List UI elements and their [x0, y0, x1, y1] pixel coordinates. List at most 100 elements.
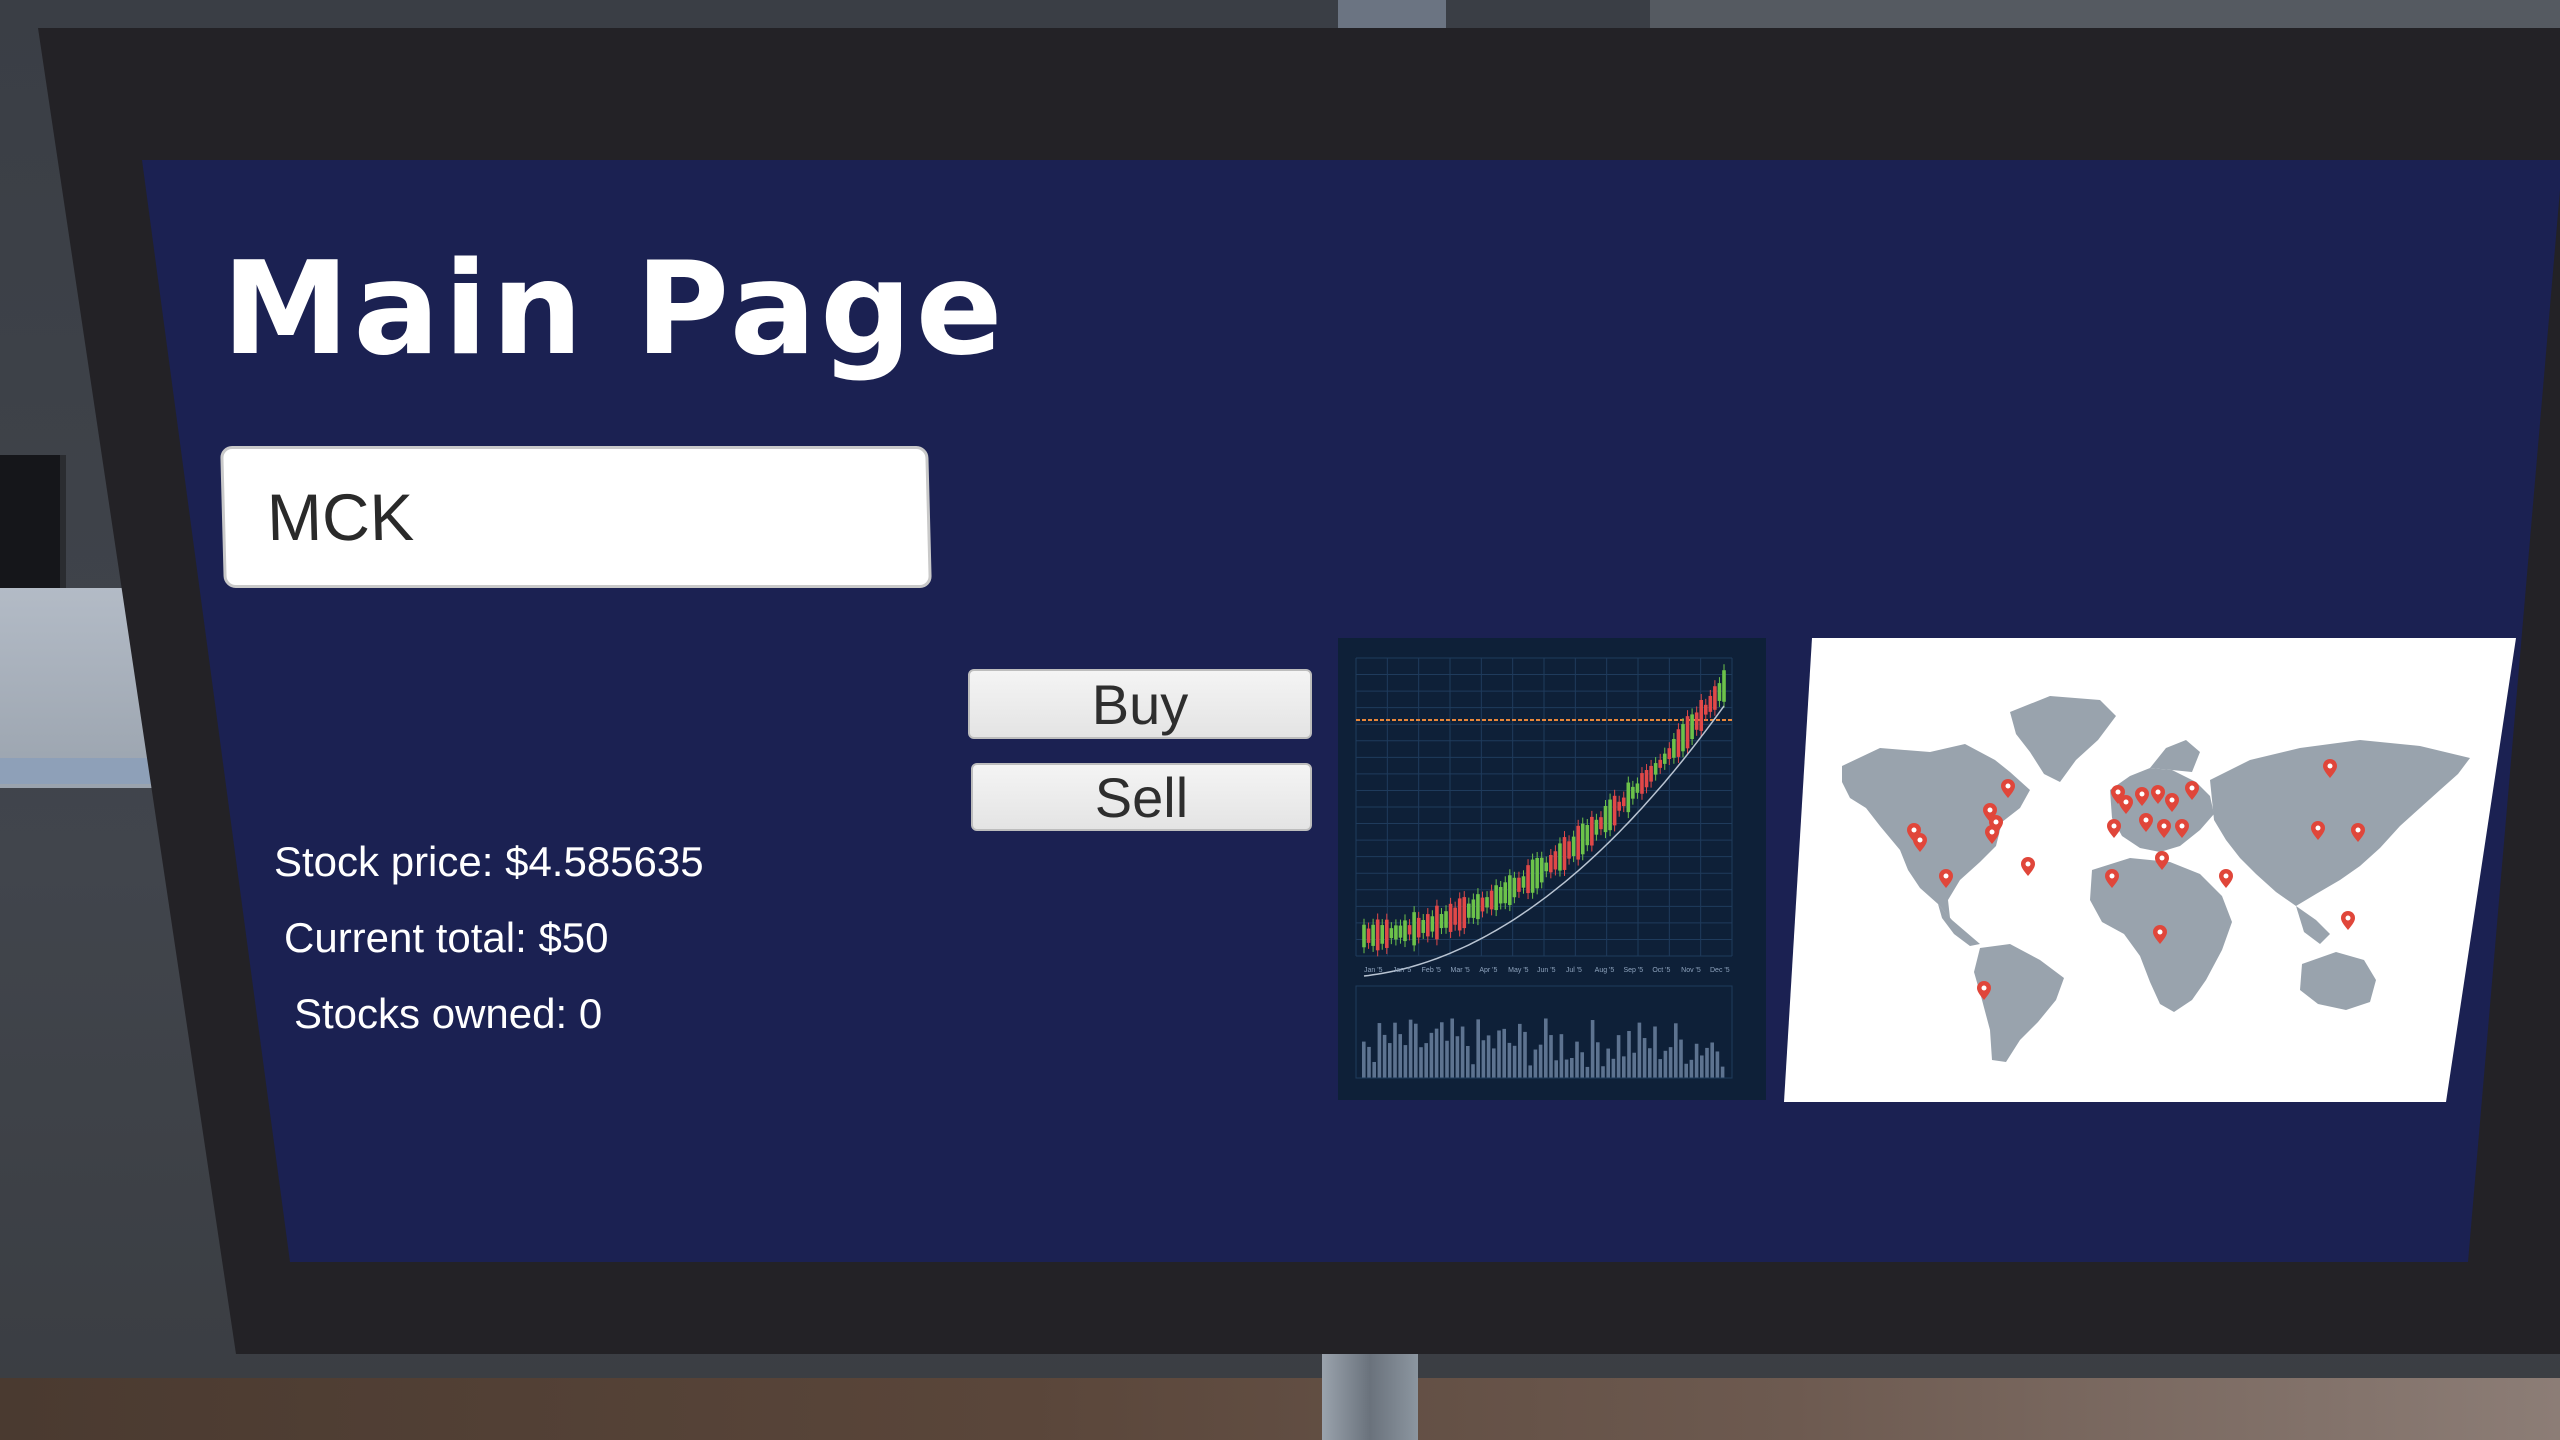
candle	[1366, 928, 1371, 943]
volume-bar	[1486, 1035, 1491, 1078]
volume-bar	[1492, 1048, 1496, 1078]
x-tick-label: Jan '5	[1393, 967, 1412, 974]
candle	[1653, 763, 1658, 775]
volume-bar	[1403, 1045, 1408, 1078]
volume-bar	[1668, 1047, 1673, 1078]
candle	[1662, 753, 1667, 764]
candle	[1699, 700, 1704, 731]
candle	[1535, 857, 1539, 889]
candle	[1640, 773, 1644, 794]
candle	[1544, 862, 1549, 872]
ticker-input-value: MCK	[266, 480, 415, 554]
candle	[1567, 841, 1571, 859]
volume-bar	[1720, 1066, 1725, 1078]
candle	[1608, 799, 1612, 831]
volume-bar	[1398, 1034, 1402, 1078]
volume-bar	[1575, 1041, 1579, 1078]
x-tick-label: Jun '5	[1537, 967, 1556, 974]
candle	[1462, 897, 1467, 929]
candle	[1384, 919, 1389, 948]
volume-bar	[1481, 1040, 1486, 1078]
candle	[1407, 925, 1412, 935]
game-scene: Main Page MCK Buy Sell Stock price: $4.5…	[0, 0, 2560, 1440]
candle	[1681, 724, 1685, 752]
x-tick-label: Feb '5	[1422, 967, 1441, 974]
candle	[1708, 695, 1713, 712]
x-tick-label: Jul '5	[1566, 967, 1582, 974]
candle	[1672, 738, 1676, 758]
x-tick-label: Jan '5	[1364, 967, 1383, 974]
x-tick-label: Aug '5	[1595, 967, 1615, 974]
x-tick-label: Mar '5	[1451, 967, 1470, 974]
candle	[1612, 795, 1617, 826]
volume-bar	[1445, 1040, 1449, 1078]
candle	[1457, 898, 1462, 931]
volume-bar	[1388, 1043, 1392, 1078]
candle	[1694, 712, 1699, 730]
buy-button-label: Buy	[1091, 672, 1189, 736]
volume-bar	[1585, 1066, 1590, 1078]
candle	[1448, 903, 1453, 932]
volume-bar	[1642, 1038, 1647, 1078]
volume-bar	[1450, 1018, 1454, 1078]
ticker-input[interactable]: MCK	[220, 446, 932, 588]
candle	[1403, 920, 1407, 942]
volume-bar	[1440, 1022, 1444, 1078]
volume-bar	[1674, 1023, 1678, 1078]
candle	[1467, 903, 1471, 918]
volume-bar	[1502, 1028, 1506, 1078]
volume-bar	[1653, 1026, 1657, 1078]
candle	[1508, 875, 1512, 906]
candle	[1580, 823, 1585, 855]
volume-bar	[1429, 1032, 1434, 1078]
candle	[1512, 877, 1517, 898]
candle	[1539, 857, 1544, 883]
candle	[1389, 928, 1394, 939]
candle	[1594, 819, 1599, 835]
volume-bar	[1616, 1035, 1621, 1078]
x-tick-label: Nov '5	[1681, 967, 1701, 974]
candle	[1526, 865, 1530, 894]
candle	[1498, 887, 1503, 904]
candle	[1380, 925, 1385, 944]
volume-bar	[1362, 1041, 1366, 1078]
volume-bar	[1564, 1059, 1569, 1078]
candle	[1676, 729, 1681, 757]
volume-bar	[1622, 1056, 1626, 1078]
volume-bar	[1408, 1019, 1413, 1078]
candle	[1371, 924, 1375, 946]
volume-bar	[1424, 1043, 1428, 1078]
volume-bar	[1590, 1020, 1595, 1078]
volume-bar	[1523, 1031, 1527, 1078]
candle	[1590, 816, 1594, 846]
volume-bar	[1637, 1022, 1642, 1078]
volume-bar	[1466, 1045, 1470, 1078]
candle	[1649, 765, 1653, 782]
x-tick-label: Apr '5	[1479, 967, 1497, 974]
volume-bar	[1570, 1057, 1574, 1078]
candle	[1398, 925, 1403, 938]
candle	[1585, 825, 1590, 846]
volume-bar	[1601, 1066, 1605, 1078]
volume-bar	[1518, 1023, 1522, 1078]
candle	[1412, 912, 1416, 946]
volume-bar	[1507, 1042, 1512, 1078]
volume-bar	[1648, 1048, 1652, 1078]
buy-button[interactable]: Buy	[968, 669, 1312, 739]
volume-bar	[1580, 1052, 1584, 1078]
candle	[1621, 797, 1626, 807]
volume-bar	[1382, 1034, 1387, 1078]
candle	[1530, 859, 1535, 893]
volume-bar	[1471, 1064, 1475, 1078]
volume-bar	[1414, 1023, 1418, 1078]
candle	[1717, 683, 1722, 701]
candle	[1494, 885, 1498, 911]
candle	[1375, 919, 1380, 951]
candle	[1562, 837, 1567, 870]
volume-bar	[1611, 1058, 1616, 1078]
volume-bar	[1367, 1046, 1371, 1078]
candle	[1430, 916, 1435, 932]
sell-button[interactable]: Sell	[971, 763, 1312, 831]
volume-bar	[1627, 1031, 1631, 1078]
stock-chart: Jan '5 Jan '5 Feb '5 Mar '5 Apr '5 May '5 Jun …	[1338, 638, 1766, 1100]
